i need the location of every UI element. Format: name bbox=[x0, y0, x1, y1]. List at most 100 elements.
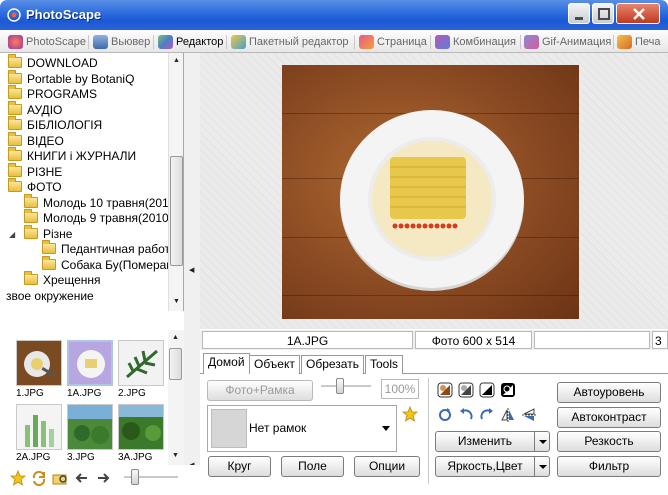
tree-item-misc[interactable]: РІЗНЕ bbox=[8, 163, 62, 180]
folder-icon bbox=[8, 116, 22, 130]
tree-item-photo[interactable]: ФОТО bbox=[8, 178, 62, 195]
tab-batch-editor[interactable]: Пакетный редактор bbox=[231, 33, 349, 51]
thumbnail-label: 2.JPG bbox=[118, 388, 146, 399]
thumbnail-image bbox=[69, 342, 111, 384]
frame-preview-swatch bbox=[211, 409, 247, 448]
tab-crop[interactable]: Обрезать bbox=[301, 355, 364, 374]
combine-icon bbox=[435, 35, 450, 49]
auto-contrast-button[interactable]: Автоконтраст bbox=[557, 407, 661, 428]
change-button[interactable]: Изменить bbox=[435, 431, 535, 452]
frame-selector[interactable]: Нет рамок bbox=[207, 405, 397, 452]
chevron-down-icon bbox=[539, 440, 547, 444]
tree-scroll-thumb[interactable] bbox=[170, 156, 183, 266]
page-icon bbox=[359, 35, 374, 49]
auto-level-button[interactable]: Автоуровень bbox=[557, 382, 661, 403]
tree-item-download[interactable]: DOWNLOAD bbox=[8, 54, 98, 71]
thumbnail-1a-jpg[interactable] bbox=[67, 340, 113, 386]
scroll-down-arrow-icon[interactable]: ▼ bbox=[172, 452, 179, 459]
tab-tools[interactable]: Tools bbox=[365, 355, 404, 374]
tab-page[interactable]: Страница bbox=[359, 33, 427, 51]
tab-photoscape[interactable]: PhotoScape bbox=[8, 33, 86, 51]
tree-item-environment[interactable]: звое окружение bbox=[6, 288, 94, 304]
folder-icon bbox=[8, 54, 22, 68]
scroll-up-arrow-icon[interactable]: ▲ bbox=[172, 334, 179, 341]
rotate-icon[interactable] bbox=[437, 407, 453, 423]
tree-item-dog[interactable]: Собака Бу(Померан bbox=[42, 256, 173, 273]
tree-vertical-scrollbar[interactable]: ▲ ▼ bbox=[168, 53, 183, 311]
photo-preview[interactable] bbox=[200, 53, 668, 329]
photo-frame-button[interactable]: Фото+Рамка bbox=[207, 380, 313, 401]
tree-item-baptism[interactable]: Хрещення bbox=[24, 271, 101, 288]
thumbnail-scrollbar[interactable]: ▲ ▼ bbox=[168, 330, 184, 465]
photoscape-logo-icon bbox=[7, 8, 21, 22]
photoscape-icon bbox=[8, 35, 23, 49]
tree-item-video[interactable]: ВІДЕО bbox=[8, 132, 64, 149]
forward-arrow-icon[interactable] bbox=[95, 470, 111, 486]
brightness-dropdown-button[interactable] bbox=[534, 456, 550, 477]
tree-item-youth-10[interactable]: Молодь 10 травня(201 bbox=[24, 194, 169, 211]
thumbnail-3a-jpg[interactable] bbox=[118, 404, 164, 450]
thumbnail-1-jpg[interactable] bbox=[16, 340, 62, 386]
tab-editor[interactable]: Редактор bbox=[158, 33, 223, 51]
back-arrow-icon[interactable] bbox=[74, 470, 90, 486]
frame-dropdown-arrow-icon[interactable] bbox=[382, 426, 390, 431]
tab-combine[interactable]: Комбинация bbox=[435, 33, 516, 51]
tree-item-bibliology[interactable]: БІБЛІОЛОГІЯ bbox=[8, 116, 102, 133]
scroll-up-arrow-icon[interactable]: ▲ bbox=[173, 57, 180, 64]
collapse-arrow-icon[interactable]: ◀ bbox=[189, 266, 194, 274]
frame-size-slider-thumb[interactable] bbox=[336, 378, 344, 394]
flip-horizontal-icon[interactable] bbox=[500, 407, 516, 423]
thumbnail-3-jpg[interactable] bbox=[67, 404, 113, 450]
folder-icon bbox=[8, 178, 22, 192]
tree-item-portable[interactable]: Portable by BotaniQ bbox=[8, 70, 134, 87]
tree-item-youth-9[interactable]: Молодь 9 травня(2010 bbox=[24, 209, 169, 226]
thumbnail-label: 3A.JPG bbox=[118, 452, 153, 463]
scroll-down-arrow-icon[interactable]: ▼ bbox=[173, 298, 180, 305]
rotate-left-icon[interactable] bbox=[458, 407, 474, 423]
frame-size-slider[interactable] bbox=[321, 385, 371, 388]
tree-item-audio[interactable]: АУДІО bbox=[8, 101, 62, 118]
panel-splitter[interactable]: ◀ ◀ bbox=[184, 53, 200, 495]
thumbnail-2a-jpg[interactable] bbox=[16, 404, 62, 450]
folder-icon bbox=[8, 70, 22, 84]
tone-black-white-icon[interactable] bbox=[479, 382, 495, 398]
tab-print[interactable]: Печа bbox=[617, 33, 661, 51]
tone-gray-icon[interactable] bbox=[458, 382, 474, 398]
sharpness-button[interactable]: Резкость bbox=[557, 431, 661, 452]
thumbnail-list: 1.JPG 1A.JPG 2.JPG 2A.JPG 3.JPG 3A.JPG bbox=[0, 330, 184, 470]
tree-item-pedantic[interactable]: Педантичная работ bbox=[42, 240, 170, 257]
thumbnail-image bbox=[119, 405, 163, 449]
thumbnail-2-jpg[interactable] bbox=[118, 340, 164, 386]
change-dropdown-button[interactable] bbox=[534, 431, 550, 452]
tone-brown-icon[interactable] bbox=[437, 382, 453, 398]
maximize-button[interactable] bbox=[592, 3, 614, 24]
percent-field[interactable]: 100% bbox=[381, 379, 419, 399]
thumbnail-label: 1.JPG bbox=[16, 388, 44, 399]
favorite-star-icon[interactable] bbox=[402, 406, 418, 422]
options-button[interactable]: Опции bbox=[354, 456, 420, 477]
minimize-button[interactable] bbox=[568, 3, 590, 24]
favorite-star-icon[interactable] bbox=[10, 470, 26, 486]
close-button[interactable] bbox=[616, 3, 660, 24]
rotate-right-icon[interactable] bbox=[479, 407, 495, 423]
thumbnail-size-slider-thumb[interactable] bbox=[131, 469, 139, 485]
margin-button[interactable]: Поле bbox=[281, 456, 344, 477]
tree-item-programs[interactable]: PROGRAMS bbox=[8, 85, 97, 102]
tab-object[interactable]: Объект bbox=[249, 355, 300, 374]
refresh-icon[interactable] bbox=[31, 470, 47, 486]
status-extra bbox=[534, 331, 650, 349]
tab-viewer[interactable]: Вьювер bbox=[93, 33, 150, 51]
tab-gif-animation[interactable]: Gif-Анимация bbox=[524, 33, 611, 51]
expand-triangle-icon[interactable]: ◢ bbox=[9, 230, 15, 239]
tab-label: Редактор bbox=[176, 36, 224, 48]
thumbnail-scroll-thumb[interactable] bbox=[169, 348, 182, 380]
brightness-color-button[interactable]: Яркость,Цвет bbox=[435, 456, 535, 477]
tone-negative-icon[interactable] bbox=[500, 382, 516, 398]
circle-button[interactable]: Круг bbox=[208, 456, 271, 477]
flip-vertical-icon[interactable] bbox=[521, 407, 537, 423]
open-folder-icon[interactable] bbox=[52, 470, 68, 486]
filter-button[interactable]: Фильтр bbox=[557, 456, 661, 477]
tree-item-books[interactable]: КНИГИ і ЖУРНАЛИ bbox=[8, 147, 136, 164]
tab-home[interactable]: Домой bbox=[203, 353, 250, 374]
editor-icon bbox=[158, 35, 173, 49]
